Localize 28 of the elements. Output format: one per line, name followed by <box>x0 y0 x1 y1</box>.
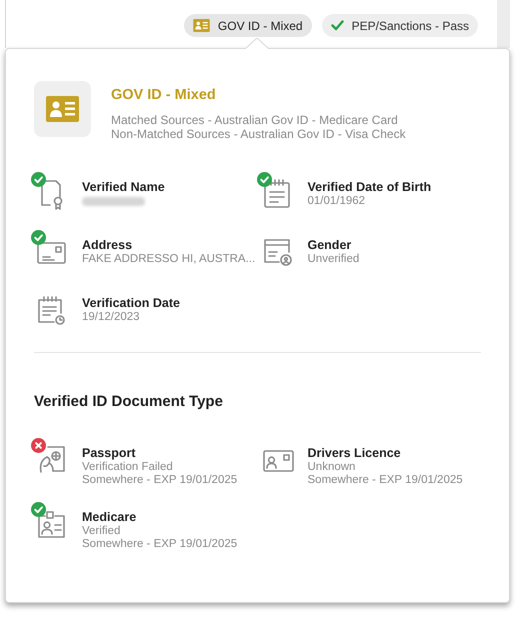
field-value: Verified <box>82 525 122 538</box>
id-card-icon <box>192 19 210 32</box>
field-label: Verified Name <box>82 178 165 195</box>
field-label: Passport <box>82 445 136 462</box>
field-value: Somewhere - EXP 19/01/2025 <box>82 474 238 488</box>
field-value: Unverified <box>308 252 360 266</box>
status-pill[interactable]: PEP/Sanctions - Pass <box>322 14 478 37</box>
section-heading: Verified ID Document Type <box>34 392 224 412</box>
field-value: Unknown <box>308 461 356 474</box>
field-value: FAKE ADDRESSO HI, AUSTRA... <box>82 252 256 266</box>
field-label: Drivers Licence <box>308 445 402 462</box>
field-label: Address <box>82 236 134 253</box>
source-line: Non-Matched Sources - Australian Gov ID - Visa Check <box>111 126 406 141</box>
scrollbar[interactable] <box>497 0 510 48</box>
field-value: Somewhere - EXP 19/01/2025 <box>308 474 463 488</box>
source-line: Matched Sources - Australian Gov ID - Medicare Card <box>111 112 399 127</box>
field-label: Verified Date of Birth <box>308 178 432 195</box>
field-value: 19/12/2023 <box>82 310 141 324</box>
field-label: Gender <box>308 236 352 253</box>
section-title: GOV ID - Mixed <box>111 86 217 105</box>
status-pill[interactable]: GOV ID - Mixed <box>184 14 312 37</box>
field-label: Verification Date <box>82 294 180 311</box>
field-value: Verification Failed <box>82 461 174 474</box>
field-value: 01/01/1962 <box>308 194 366 208</box>
field-label: Medicare <box>82 509 138 526</box>
check-icon <box>330 20 344 31</box>
field-value: Somewhere - EXP 19/01/2025 <box>82 538 238 552</box>
id-card-icon <box>46 96 79 122</box>
